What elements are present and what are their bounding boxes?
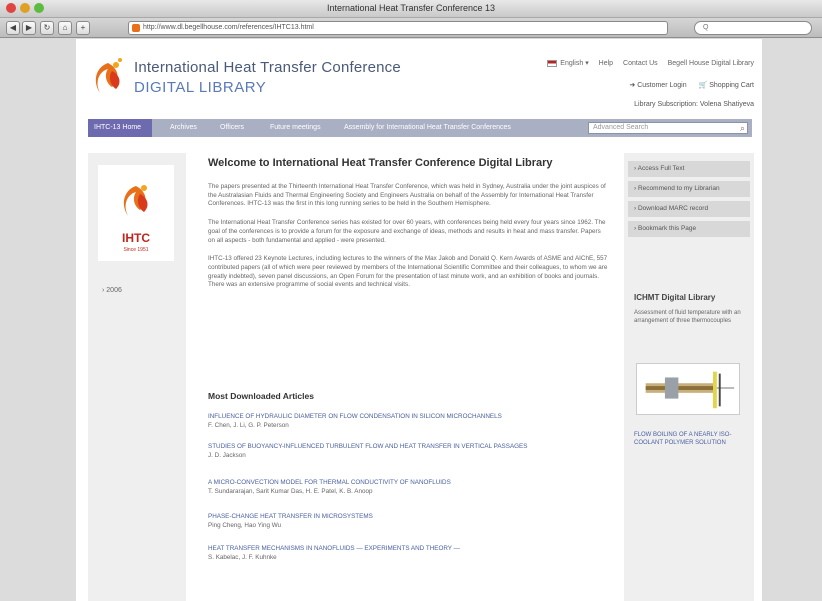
- main-nav: IHTC-13 Home Archives Officers Future me…: [88, 119, 752, 137]
- address-bar[interactable]: http://www.dl.begellhouse.com/references…: [128, 21, 668, 35]
- article-authors: S. Kabelac, J. F. Kuhnke: [208, 553, 277, 561]
- ihtc-flame-icon: [123, 185, 148, 216]
- contact-link[interactable]: Contact Us: [623, 60, 658, 67]
- article-authors: T. Sundararajan, Sarit Kumar Das, H. E. …: [208, 487, 373, 495]
- browser-toolbar: ◀ ▶ ↻ ⌂ + http://www.dl.begellhouse.com/…: [0, 18, 822, 38]
- forward-button[interactable]: ▶: [22, 21, 36, 35]
- article-link[interactable]: INFLUENCE OF HYDRAULIC DIAMETER ON FLOW …: [208, 413, 598, 422]
- address-text: http://www.dl.begellhouse.com/references…: [143, 24, 314, 31]
- most-downloaded-heading: Most Downloaded Articles: [208, 391, 314, 401]
- bookmark-page-link[interactable]: › Bookmark this Page: [628, 221, 750, 237]
- intro-paragraph: The papers presented at the Thirteenth I…: [208, 183, 606, 208]
- search-icon[interactable]: ⌕: [740, 123, 745, 133]
- article-link[interactable]: HEAT TRANSFER MECHANISMS IN NANOFLUIDS —…: [208, 545, 598, 554]
- series-paragraph: The International Heat Transfer Conferen…: [208, 219, 606, 244]
- customer-login-link[interactable]: ➜ Customer Login: [629, 82, 686, 89]
- site-subtitle: DIGITAL LIBRARY: [134, 79, 267, 96]
- nav-home[interactable]: IHTC-13 Home: [88, 119, 152, 137]
- page-viewport: International Heat Transfer Conference D…: [0, 39, 822, 601]
- home-button[interactable]: ⌂: [58, 21, 72, 35]
- left-sidebar: IHTC Since 1951 › 2006: [88, 153, 186, 601]
- thermocouple-diagram-image[interactable]: [636, 363, 740, 415]
- welcome-heading: Welcome to International Heat Transfer C…: [208, 157, 553, 169]
- article-authors: J. D. Jackson: [208, 451, 246, 459]
- page-container: International Heat Transfer Conference D…: [76, 39, 762, 601]
- cart-icon: 🛒: [698, 82, 708, 89]
- article-item: INFLUENCE OF HYDRAULIC DIAMETER ON FLOW …: [208, 413, 598, 430]
- right-sidebar: › Access Full Text › Recommend to my Lib…: [624, 153, 754, 601]
- window-title: International Heat Transfer Conference 1…: [326, 3, 496, 13]
- ichmt-article-link[interactable]: FLOW BOILING OF A NEARLY ISO-COOLANT POL…: [634, 431, 746, 447]
- article-item: A MICRO-CONVECTION MODEL FOR THERMAL CON…: [208, 479, 598, 496]
- subscription-text: Library Subscription: Volena Shatiyeva: [634, 101, 754, 108]
- site-favicon-icon: [132, 24, 140, 32]
- ihtc-logo-text: IHTC: [122, 231, 150, 245]
- article-item: STUDIES OF BUOYANCY-INFLUENCED TURBULENT…: [208, 443, 598, 460]
- site-title: International Heat Transfer Conference: [134, 59, 401, 76]
- language-selector[interactable]: English ▾: [547, 59, 589, 67]
- nav-future-meetings[interactable]: Future meetings: [264, 119, 327, 137]
- browser-search-field[interactable]: Q: [694, 21, 812, 35]
- article-item: PHASE-CHANGE HEAT TRANSFER IN MICROSYSTE…: [208, 513, 598, 530]
- ihtc13-paragraph: IHTC-13 offered 23 Keynote Lectures, inc…: [208, 255, 608, 289]
- begell-library-link[interactable]: Begell House Digital Library: [668, 60, 754, 67]
- account-links: ➜ Customer Login 🛒 Shopping Cart: [619, 81, 754, 89]
- reload-button[interactable]: ↻: [40, 21, 54, 35]
- help-link[interactable]: Help: [599, 60, 613, 67]
- ihtc-logo: IHTC Since 1951: [98, 165, 174, 261]
- recommend-librarian-link[interactable]: › Recommend to my Librarian: [628, 181, 750, 197]
- back-button[interactable]: ◀: [6, 21, 20, 35]
- access-full-text-link[interactable]: › Access Full Text: [628, 161, 750, 177]
- article-link[interactable]: PHASE-CHANGE HEAT TRANSFER IN MICROSYSTE…: [208, 513, 598, 522]
- article-link[interactable]: STUDIES OF BUOYANCY-INFLUENCED TURBULENT…: [208, 443, 598, 452]
- advanced-search-input[interactable]: Advanced Search ⌕: [588, 122, 748, 134]
- shopping-cart-link[interactable]: 🛒 Shopping Cart: [699, 82, 754, 89]
- ichmt-library-title: ICHMT Digital Library: [634, 293, 716, 302]
- window-titlebar: International Heat Transfer Conference 1…: [0, 0, 822, 18]
- flame-logo-icon: [95, 58, 122, 93]
- nav-archives[interactable]: Archives: [164, 119, 203, 137]
- download-marc-link[interactable]: › Download MARC record: [628, 201, 750, 217]
- year-link[interactable]: › 2006: [102, 287, 122, 294]
- article-link[interactable]: A MICRO-CONVECTION MODEL FOR THERMAL CON…: [208, 479, 598, 488]
- search-placeholder: Advanced Search: [593, 124, 649, 131]
- article-item: HEAT TRANSFER MECHANISMS IN NANOFLUIDS —…: [208, 545, 598, 562]
- nav-assembly[interactable]: Assembly for International Heat Transfer…: [338, 119, 517, 137]
- ichmt-library-desc[interactable]: Assessment of fluid temperature with an …: [634, 309, 746, 325]
- us-flag-icon: [547, 59, 558, 67]
- add-bookmark-button[interactable]: +: [76, 21, 90, 35]
- article-authors: F. Chen, J. Li, G. P. Peterson: [208, 421, 289, 429]
- article-authors: Ping Cheng, Hao Ying Wu: [208, 521, 282, 529]
- ihtc-logo-subtext: Since 1951: [123, 247, 149, 253]
- top-links: English ▾ Help Contact Us Begell House D…: [539, 59, 754, 67]
- main-content: Welcome to International Heat Transfer C…: [208, 157, 608, 300]
- nav-officers[interactable]: Officers: [214, 119, 250, 137]
